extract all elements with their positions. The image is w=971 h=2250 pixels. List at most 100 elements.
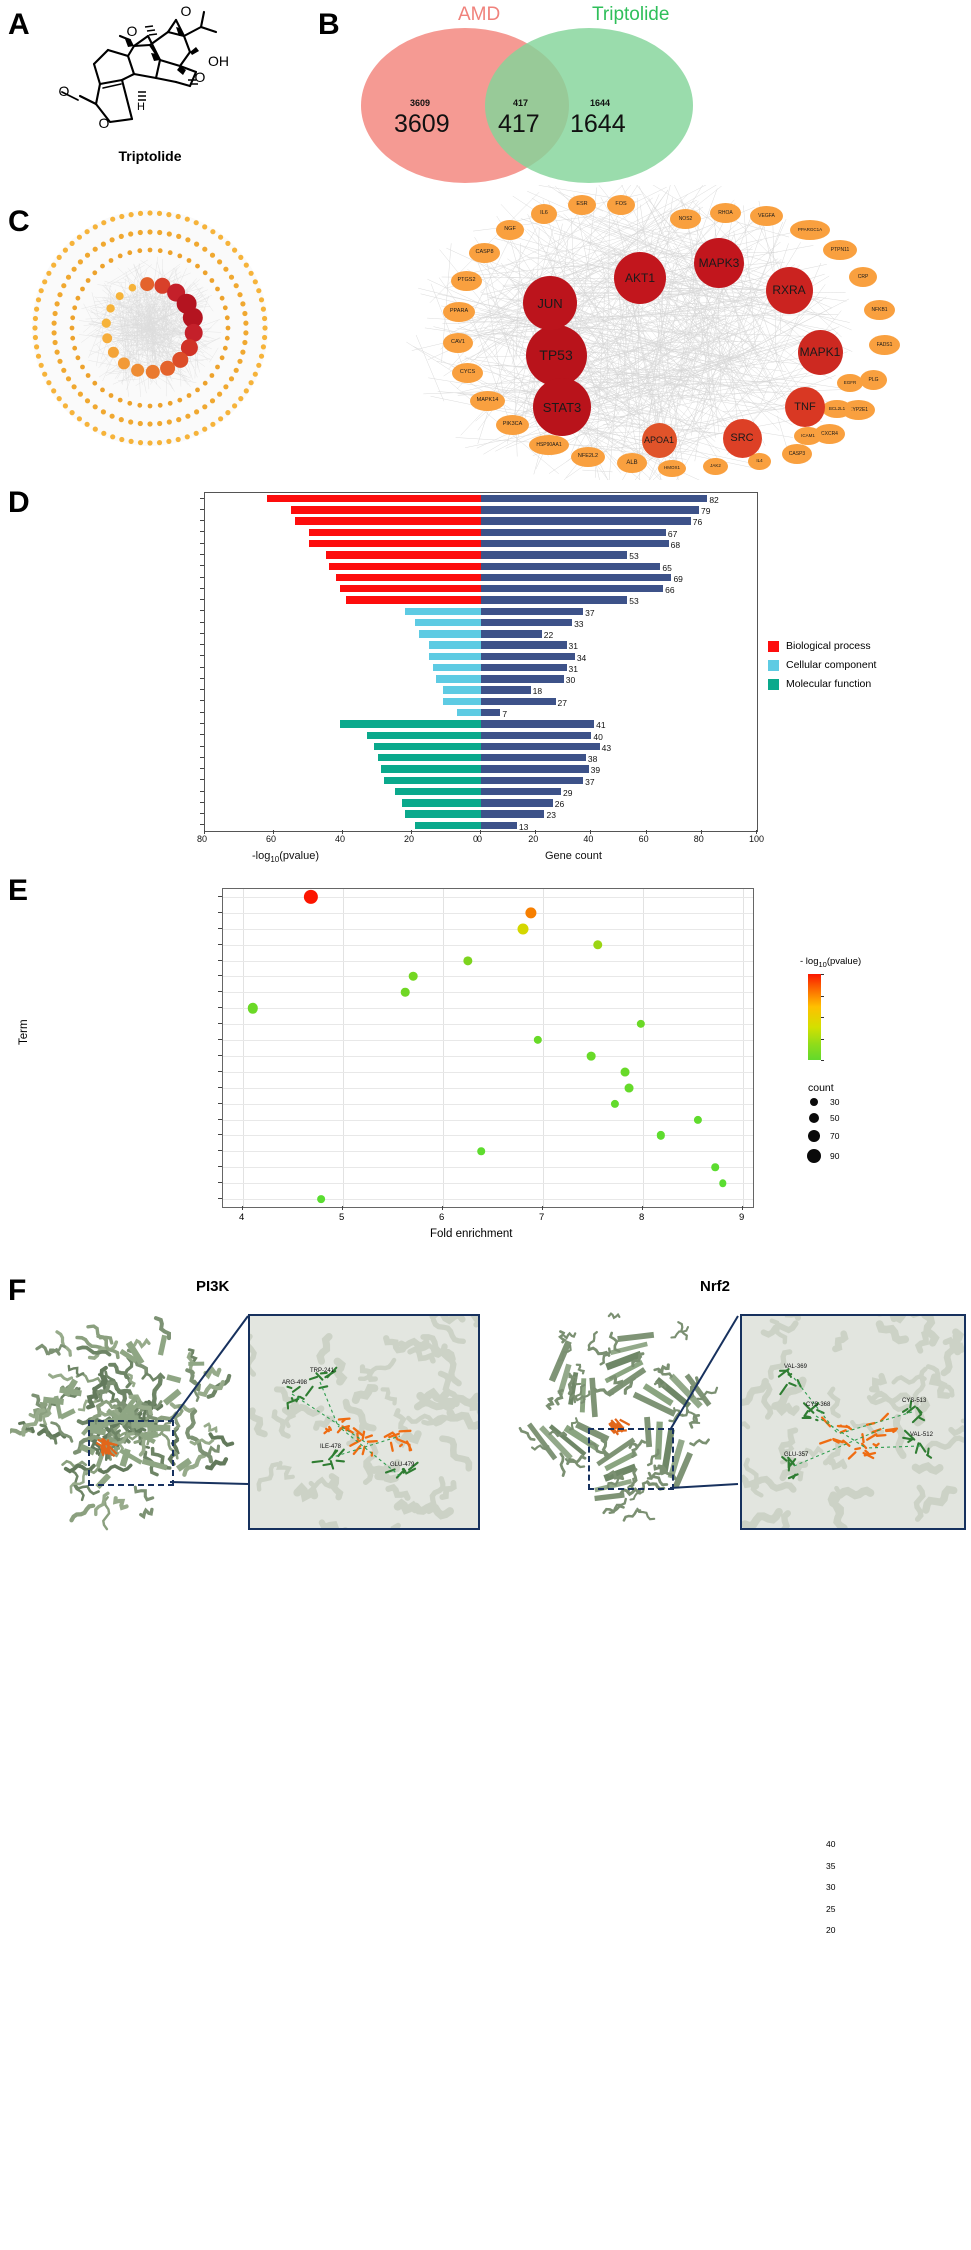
pi3k-protein-render (10, 1302, 240, 1532)
go-ytick (200, 667, 204, 668)
venn-count-amd: 3609 (394, 110, 450, 139)
network-node-casp3[interactable]: CASP3 (782, 444, 812, 464)
pi3k-closeup-box: TRP-241 ARG-498 ILE-478 GLU-479 (248, 1314, 480, 1530)
go-ytick (200, 824, 204, 825)
network-node-bcl2l1[interactable]: BCL2L1 (822, 400, 852, 418)
atom-H: H (137, 101, 145, 113)
network-node-casp8[interactable]: CASP8 (469, 243, 500, 263)
network-node-ptgs2[interactable]: PTGS2 (451, 271, 482, 291)
residue-label: GLU-479 (390, 1462, 414, 1468)
network-node-plg[interactable]: PLG (860, 370, 887, 390)
go-legend-label-mf: Molecular function (786, 678, 871, 690)
network-hub-node-rxra[interactable]: RXRA (766, 267, 813, 314)
network-hub-node-src[interactable]: SRC (723, 419, 762, 458)
go-ytick (200, 565, 204, 566)
residue-label: CYS-368 (806, 1402, 830, 1408)
network-node-jak2[interactable]: JAK2 (703, 458, 728, 475)
panel-c-ppi-network: C NOS2 RHOA VEGFA PPARGC1A PTPN11 CRP NFKB1 FAD… (0, 185, 971, 480)
go-ytick (200, 543, 204, 544)
go-legend-swatch-bp (768, 641, 779, 652)
network-node-ppara[interactable]: PPARA (443, 302, 475, 322)
go-legend-item-cc: Cellular component (768, 659, 876, 671)
nrf2-zoom-region (588, 1428, 674, 1490)
network-node-cycs[interactable]: CYCS (452, 363, 483, 383)
network-node-rhoa[interactable]: RHOA (710, 203, 741, 223)
go-xtick-mark-left (204, 830, 205, 834)
network-hub-node-tnf[interactable]: TNF (785, 387, 825, 427)
go-xaxis-left-title-tail: (pvalue) (279, 850, 319, 862)
residue-label: VAL-512 (910, 1432, 933, 1438)
go-ytick (200, 779, 204, 780)
network-node-hmox1[interactable]: HMOX1 (658, 460, 686, 477)
go-ytick (200, 554, 204, 555)
go-xtick-zero: 0 (477, 834, 482, 844)
residue-label: TRP-241 (310, 1368, 334, 1374)
go-ytick (200, 689, 204, 690)
network-node-cav1[interactable]: CAV1 (443, 333, 473, 353)
atom-O-epoxide-3: O (195, 69, 206, 85)
panel-a-caption: Triptolide (60, 148, 240, 164)
go-legend: Biological process Cellular component Mo… (768, 640, 876, 697)
residue-label: ILE-478 (320, 1444, 341, 1450)
network-node-nos2[interactable]: NOS2 (670, 209, 701, 229)
go-ytick (200, 610, 204, 611)
network-node-fads1[interactable]: FADS1 (869, 335, 900, 355)
residue-label: GLU-357 (784, 1452, 808, 1458)
network-hub-node-mapk1[interactable]: MAPK1 (798, 330, 843, 375)
venn-count-triptolide: 1644 (570, 110, 626, 139)
network-node-icam1[interactable]: ICAM1 (794, 427, 822, 445)
kegg-size-legend-label: 70 (830, 1131, 839, 1141)
network-hub-node-tp53[interactable]: TP53 (526, 325, 587, 386)
kegg-size-legend-dot (809, 1113, 819, 1123)
network-hub-node-jun[interactable]: JUN (523, 276, 577, 330)
pi3k-protein-svg (10, 1302, 240, 1532)
network-hub-node-mapk3[interactable]: MAPK3 (694, 238, 744, 288)
go-ytick (200, 712, 204, 713)
network-node-hsp90aa1[interactable]: HSP90AA1 (529, 435, 569, 455)
go-ytick (200, 622, 204, 623)
network-node-il6[interactable]: IL6 (531, 204, 557, 224)
go-ytick (200, 768, 204, 769)
nrf2-residue-labels: VAL-369 CYS-368 GLU-357 CYS-513 VAL-512 (742, 1316, 964, 1528)
go-ytick (200, 588, 204, 589)
network-node-ptpn11[interactable]: PTPN11 (823, 240, 857, 260)
go-xtick-left: 40 (335, 834, 345, 844)
go-xtick-mark-right (701, 830, 702, 834)
panel-b-venn-diagram: B AMD Triptolide 3609 417 1644 3609 417 … (300, 0, 971, 185)
go-ytick (200, 734, 204, 735)
panel-b-letter: B (318, 8, 340, 42)
network-node-ngf[interactable]: NGF (496, 220, 524, 240)
network-node-alb[interactable]: ALB (617, 453, 647, 473)
go-xtick-mark-right (646, 830, 647, 834)
network-hub-node-akt1[interactable]: AKT1 (614, 252, 666, 304)
go-xaxis-left-title: -log10(pvalue) (252, 850, 319, 864)
network-node-fos[interactable]: FOS (607, 195, 635, 215)
go-ytick (200, 599, 204, 600)
go-xtick-right: 80 (694, 834, 704, 844)
atom-O-ketone: O (59, 83, 70, 99)
venn-label-triptolide: Triptolide (592, 4, 669, 26)
network-node-pik3ca[interactable]: PIK3CA (496, 415, 529, 435)
network-node-nfkb1[interactable]: NFKB1 (864, 300, 895, 320)
go-xtick-mark-left (342, 830, 343, 834)
network-node-egfr[interactable]: EGFR (837, 374, 863, 392)
residue-label: ARG-498 (282, 1380, 307, 1386)
go-legend-swatch-mf (768, 679, 779, 690)
venn-count-amd-small: 3609 (410, 98, 430, 108)
go-ytick (200, 791, 204, 792)
network-node-crp[interactable]: CRP (849, 267, 877, 287)
network-node-ppargc1a[interactable]: PPARGC1A (790, 220, 830, 240)
go-ytick (200, 644, 204, 645)
network-node-esr[interactable]: ESR (568, 195, 596, 215)
network-node-vegfa[interactable]: VEGFA (750, 206, 783, 226)
go-legend-label-cc: Cellular component (786, 659, 876, 671)
kegg-size-legend-label: 90 (830, 1151, 839, 1161)
network-hub-node-apoa1[interactable]: APOA1 (642, 423, 677, 458)
go-xtick-left: 60 (266, 834, 276, 844)
go-ytick (200, 678, 204, 679)
network-hub-node-stat3[interactable]: STAT3 (533, 378, 591, 436)
go-xtick-mark-left (273, 830, 274, 834)
go-ytick (200, 757, 204, 758)
network-node-mapk14[interactable]: MAPK14 (470, 391, 505, 411)
network-node-nfe2l2[interactable]: NFE2L2 (571, 447, 605, 467)
